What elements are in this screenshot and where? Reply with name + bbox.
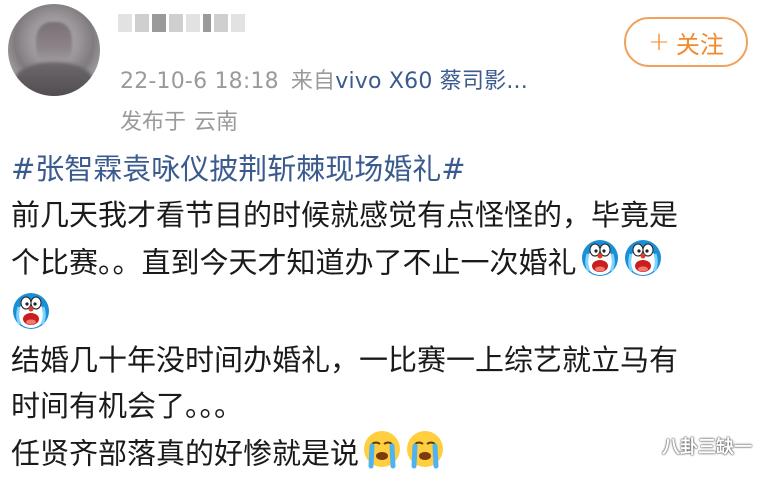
watermark: 八卦三缺一 [662, 437, 752, 458]
post-text-line: 个比赛。。直到今天才知道办了不止一次婚礼 [11, 245, 577, 280]
post-text-line: 前几天我才看节目的时候就感觉有点怪怪的，毕竟是 [11, 198, 679, 232]
plus-icon: + [648, 27, 670, 57]
avatar-face [36, 22, 72, 66]
username-blurred[interactable] [118, 8, 245, 38]
hashtag-link[interactable]: #张智霖袁咏仪披荆斩棘现场婚礼# [11, 152, 466, 186]
doraemon-crying-icon [580, 238, 620, 291]
avatar-shoulders [14, 62, 94, 96]
post-body: #张智霖袁咏仪披荆斩棘现场婚礼# 前几天我才看节目的时候就感觉有点怪怪的，毕竟是… [11, 146, 751, 482]
doraemon-crying-icon [623, 238, 663, 291]
follow-label: 关注 [675, 30, 724, 59]
post-meta: 22-10-6 18:18 来自vivo X60 蔡司影... [120, 63, 528, 95]
crying-face-icon [362, 429, 402, 482]
post-location: 发布于 云南 [120, 104, 238, 136]
follow-button[interactable]: + 关注 [624, 17, 748, 67]
post-text-line: 时间有机会了。。。 [11, 389, 244, 423]
location-label: 发布于 [120, 110, 187, 135]
avatar[interactable] [8, 4, 100, 96]
source-prefix: 来自 [290, 69, 336, 94]
post-timestamp: 22-10-6 18:18 [120, 69, 279, 94]
doraemon-crying-icon [11, 291, 51, 344]
location-value: 云南 [194, 110, 239, 135]
source-device-link[interactable]: vivo X60 蔡司影... [335, 69, 528, 94]
post-text-line: 结婚几十年没时间办婚礼，一比赛一上综艺就立马有 [11, 343, 679, 377]
crying-face-icon [405, 429, 445, 482]
post-text-line: 任贤齐部落真的好惨就是说 [11, 436, 360, 471]
